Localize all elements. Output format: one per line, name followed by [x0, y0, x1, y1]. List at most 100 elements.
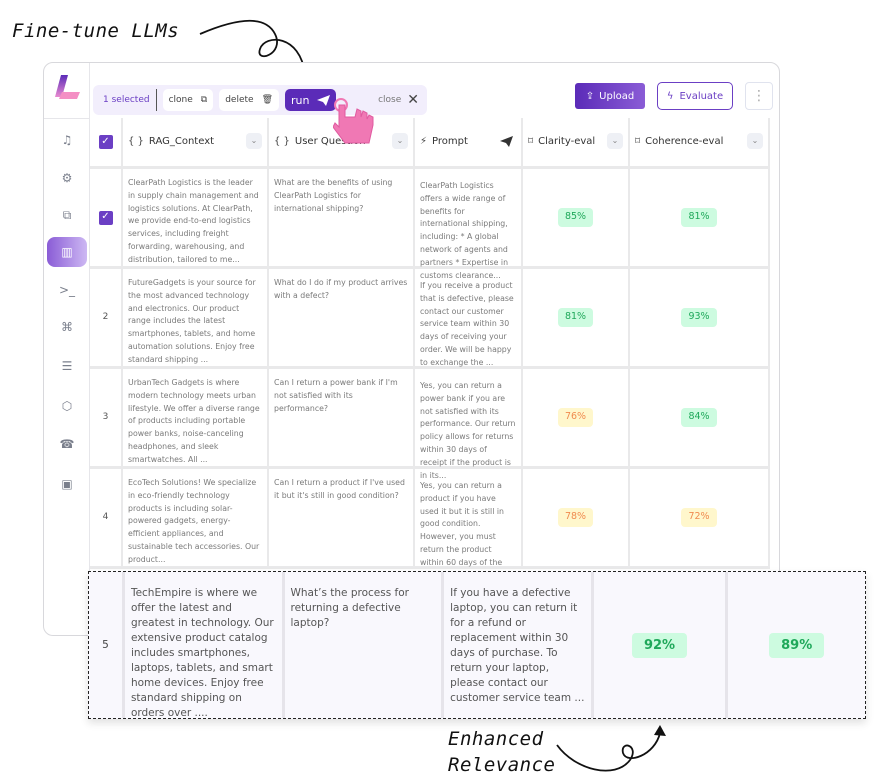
prompt-cell[interactable]: If you receive a product that is defecti…	[415, 269, 523, 367]
chevron-down-icon[interactable]: ⌄	[607, 133, 623, 149]
rag-context-cell[interactable]: EcoTech Solutions! We specialize in eco-…	[123, 469, 269, 566]
rag-context-cell[interactable]: UrbanTech Gadgets is where modern techno…	[123, 369, 269, 466]
upload-button[interactable]: ⇪ Upload	[575, 83, 645, 109]
column-header-coherence-eval[interactable]: ⌑ Coherence-eval ⌄	[630, 118, 770, 166]
chevron-down-icon[interactable]: ⌄	[392, 133, 408, 149]
lightning-icon: ϟ	[666, 90, 674, 102]
data-table: ✓ { } RAG_Context ⌄ { } User Question ⌄ …	[90, 118, 770, 580]
user-question-cell[interactable]: Can I return a power bank if I'm not sat…	[269, 369, 415, 466]
coherence-cell[interactable]: 72%	[630, 469, 770, 566]
row-select: ✓	[90, 169, 123, 266]
clarity-score-badge: 76%	[557, 408, 594, 427]
copy-icon: ⧉	[200, 95, 208, 105]
delete-button[interactable]: delete 🗑	[219, 89, 280, 111]
annotation-line-2: Relevance	[448, 754, 556, 776]
coherence-score-badge: 84%	[681, 408, 717, 427]
column-header-prompt[interactable]: ⚡ Prompt	[415, 118, 523, 166]
toolbar-divider	[155, 89, 157, 111]
prompt-cell[interactable]: ClearPath Logistics offers a wide range …	[415, 169, 523, 280]
coherence-cell[interactable]: 81%	[630, 169, 770, 266]
close-label: close	[378, 95, 402, 105]
rag-context-cell[interactable]: ClearPath Logistics is the leader in sup…	[123, 169, 269, 266]
user-question-cell[interactable]: What are the benefits of using ClearPath…	[269, 169, 415, 266]
annotation-arrow-bottom-icon	[556, 725, 666, 772]
select-all-checkbox[interactable]: ✓	[98, 135, 113, 149]
user-question-cell[interactable]: What do I do if my product arrives with …	[269, 269, 415, 366]
clarity-cell[interactable]: 85%	[523, 169, 630, 266]
prompt-cell[interactable]: If you have a defective laptop, you can …	[444, 572, 594, 718]
coherence-cell[interactable]: 93%	[630, 269, 770, 366]
clarity-cell[interactable]: 78%	[523, 469, 630, 566]
list-icon[interactable]: ☰	[47, 351, 87, 381]
clone-button[interactable]: clone ⧉	[162, 89, 214, 111]
clarity-score-badge: 81%	[557, 308, 594, 327]
prompt-cell[interactable]: Yes, you can return a product if you hav…	[415, 469, 523, 580]
row-checkbox[interactable]: ✓	[98, 210, 113, 225]
rag-context-cell[interactable]: FutureGadgets is your source for the mos…	[123, 269, 269, 366]
clarity-cell[interactable]: 81%	[523, 269, 630, 366]
sliders-settings-icon[interactable]: ⚙	[47, 163, 87, 193]
rag-context-cell[interactable]: TechEmpire is where we offer the latest …	[125, 572, 285, 719]
user-question-cell[interactable]: Can I return a product if I've used it b…	[269, 469, 415, 566]
sidebar: ♫ ⚙ ⧉ ▥ >_ ⌘ ☰ ⬡ ☎ ▣	[44, 63, 90, 635]
row-number: 2	[90, 269, 123, 366]
send-icon[interactable]	[500, 136, 513, 147]
coherence-cell[interactable]: 84%	[630, 369, 770, 466]
upload-label: Upload	[599, 90, 635, 102]
coherence-cell[interactable]: 89%	[728, 572, 865, 718]
clarity-score-badge: 92%	[631, 632, 688, 658]
annotation-line-1: Enhanced	[448, 728, 544, 750]
send-icon	[317, 94, 331, 106]
code-file-icon[interactable]: ▣	[47, 469, 87, 499]
delete-label: delete	[225, 95, 254, 105]
column-header-clarity-eval[interactable]: ⌑ Clarity-eval ⌄	[523, 118, 630, 166]
eval-shape-icon: ⌑	[635, 135, 641, 147]
terminal-icon[interactable]: >_	[47, 275, 87, 305]
table-row[interactable]: ✓ ClearPath Logistics is the leader in s…	[90, 169, 770, 280]
annotation-fine-tune: Fine-tune LLMs	[12, 20, 180, 42]
logo-icon	[55, 75, 80, 99]
coherence-score-badge: 81%	[681, 208, 717, 227]
table-row[interactable]: 3 UrbanTech Gadgets is where modern tech…	[90, 369, 770, 480]
lightning-icon: ⚡	[420, 135, 428, 147]
selected-count: 1 selected	[103, 95, 150, 105]
column-header-rag-context[interactable]: { } RAG_Context ⌄	[123, 118, 269, 166]
bar-chart-icon[interactable]: ▥	[47, 237, 87, 267]
close-selection-button[interactable]: close ✕	[378, 92, 419, 108]
kebab-menu-icon: ⋮	[752, 88, 766, 104]
user-question-cell[interactable]: What’s the process for returning a defec…	[285, 572, 445, 718]
workflow-nodes-icon[interactable]: ⧉	[47, 200, 87, 230]
close-icon: ✕	[407, 92, 419, 108]
more-options-button[interactable]: ⋮	[745, 82, 773, 110]
table-row[interactable]: 2 FutureGadgets is your source for the m…	[90, 269, 770, 369]
clone-label: clone	[168, 95, 193, 105]
column-label: Clarity-eval	[538, 135, 596, 147]
run-button[interactable]: run	[285, 89, 337, 111]
prompt-cell[interactable]: Yes, you can return a power bank if you …	[415, 369, 523, 480]
json-braces-icon: { }	[128, 135, 144, 147]
eval-shape-icon: ⌑	[528, 135, 534, 147]
header-select-all: ✓	[90, 118, 123, 166]
clarity-cell[interactable]: 76%	[523, 369, 630, 466]
integration-hex-icon[interactable]: ⬡	[47, 391, 87, 421]
chevron-down-icon[interactable]: ⌄	[747, 133, 763, 149]
evaluate-button[interactable]: ϟ Evaluate	[657, 82, 733, 110]
chevron-down-icon[interactable]: ⌄	[246, 133, 262, 149]
upload-icon: ⇪	[585, 90, 595, 102]
notification-bell-icon[interactable]: ♫	[47, 125, 87, 155]
highlighted-table-row[interactable]: 5 TechEmpire is where we offer the lates…	[88, 571, 866, 719]
phone-call-icon[interactable]: ☎	[47, 429, 87, 459]
row-number: 5	[89, 572, 125, 718]
app-window: ♫ ⚙ ⧉ ▥ >_ ⌘ ☰ ⬡ ☎ ▣ 1 selected clone ⧉ …	[43, 62, 780, 636]
row-number: 4	[90, 469, 123, 566]
trash-icon: 🗑	[261, 95, 274, 105]
graph-nodes-icon[interactable]: ⌘	[47, 312, 87, 342]
coherence-score-badge: 89%	[769, 632, 825, 658]
table-row[interactable]: 4 EcoTech Solutions! We specialize in ec…	[90, 469, 770, 580]
clarity-cell[interactable]: 92%	[594, 572, 729, 718]
column-label: Prompt	[432, 135, 468, 147]
coherence-score-badge: 93%	[681, 308, 717, 327]
clarity-score-badge: 85%	[557, 208, 594, 227]
column-label: RAG_Context	[148, 135, 215, 147]
sidebar-divider	[44, 118, 90, 119]
